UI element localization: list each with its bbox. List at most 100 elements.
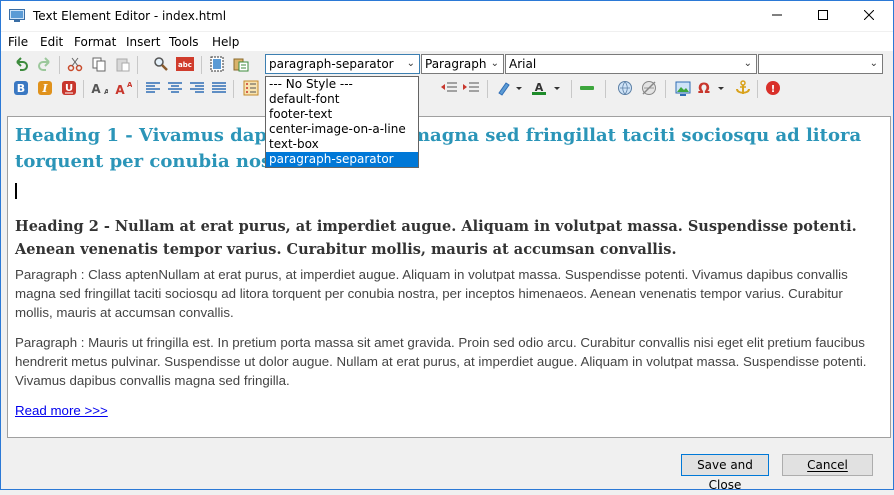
align-left-button[interactable] <box>143 78 163 98</box>
style-option[interactable]: --- No Style --- <box>266 77 418 92</box>
read-more-link[interactable]: Read more >>> <box>15 403 108 418</box>
horizontal-rule-button[interactable] <box>577 78 597 98</box>
cut-button[interactable] <box>65 54 85 74</box>
toolbar-separator <box>233 80 234 98</box>
minimize-icon <box>772 14 782 16</box>
chevron-down-icon: ⌄ <box>490 58 499 69</box>
svg-text:abc: abc <box>178 61 192 69</box>
block-format-value: Paragraph <box>425 57 487 71</box>
menu-file[interactable]: File <box>8 35 28 49</box>
menu-format[interactable]: Format <box>74 35 116 49</box>
justify-button[interactable] <box>209 78 229 98</box>
toolbar-separator <box>201 56 202 74</box>
spellcheck-icon: abc <box>176 57 194 71</box>
italic-icon: I <box>38 81 52 95</box>
align-right-button[interactable] <box>187 78 207 98</box>
menu-bar: File Edit Format Insert Tools Help <box>1 32 893 51</box>
outdent-button[interactable] <box>439 78 459 98</box>
window-title: Text Element Editor - index.html <box>33 9 227 23</box>
omega-icon: Ω <box>698 81 724 96</box>
find-button[interactable] <box>151 54 171 74</box>
spellcheck-button[interactable]: abc <box>175 54 195 74</box>
redo-button[interactable] <box>35 54 55 74</box>
text-caret <box>15 183 17 199</box>
font-size-combo[interactable]: ⌄ <box>758 54 883 74</box>
svg-text:Ω: Ω <box>698 81 710 96</box>
list-icon <box>243 80 259 96</box>
block-format-combo[interactable]: Paragraph ⌄ <box>421 54 504 74</box>
style-option[interactable]: default-font <box>266 92 418 107</box>
maximize-button[interactable] <box>800 1 846 31</box>
align-center-button[interactable] <box>165 78 185 98</box>
font-decrease-icon: AA <box>91 82 108 96</box>
style-option[interactable]: center-image-on-a-line <box>266 122 418 137</box>
remove-link-button[interactable] <box>639 78 659 98</box>
toolbar-row-1: abc paragraph-separator ⌄ Paragraph ⌄ Ar… <box>5 54 889 76</box>
toolbar-separator <box>137 80 138 98</box>
editor-content-area[interactable]: Heading 1 - Vivamus dapibus convallis ma… <box>7 116 891 438</box>
font-combo[interactable]: Arial ⌄ <box>505 54 757 74</box>
copy-icon <box>92 57 106 72</box>
paste-button[interactable] <box>113 54 133 74</box>
heading-2: Heading 2 - Nullam at erat purus, at imp… <box>15 218 857 258</box>
font-color-icon: A <box>532 81 560 95</box>
anchor-icon <box>736 80 750 94</box>
increase-font-button[interactable]: AA <box>113 78 133 98</box>
menu-tools[interactable]: Tools <box>169 35 199 49</box>
underline-button[interactable]: U <box>59 78 79 98</box>
numbered-list-button[interactable] <box>241 78 261 98</box>
select-all-button[interactable] <box>207 54 227 74</box>
help-button[interactable]: ! <box>763 78 783 98</box>
insert-image-button[interactable] <box>673 78 693 98</box>
style-combo[interactable]: paragraph-separator ⌄ <box>265 54 420 74</box>
svg-text:U: U <box>65 83 73 94</box>
close-button[interactable] <box>846 1 892 31</box>
toolbar-separator <box>757 80 758 98</box>
indent-icon <box>463 82 479 92</box>
save-and-close-button[interactable]: Save and Close <box>681 454 769 492</box>
unlink-icon <box>642 81 656 95</box>
style-option[interactable]: text-box <box>266 137 418 152</box>
indent-button[interactable] <box>461 78 481 98</box>
font-combo-value: Arial <box>509 57 537 71</box>
paste-text-button[interactable] <box>231 54 251 74</box>
align-left-icon <box>146 82 160 93</box>
minimize-button[interactable] <box>754 1 800 31</box>
redo-icon <box>38 57 50 71</box>
image-icon <box>675 81 691 96</box>
decrease-font-button[interactable]: AA <box>89 78 109 98</box>
scissors-icon <box>67 57 83 72</box>
copy-button[interactable] <box>89 54 109 74</box>
highlight-color-button[interactable] <box>495 78 525 98</box>
help-icon: ! <box>766 81 780 95</box>
toolbar-separator <box>59 56 60 74</box>
italic-button[interactable]: I <box>35 78 55 98</box>
svg-text:!: ! <box>771 84 776 95</box>
undo-button[interactable] <box>11 54 31 74</box>
svg-text:A: A <box>115 83 125 96</box>
style-option-selected[interactable]: paragraph-separator <box>266 152 418 167</box>
svg-text:I: I <box>41 82 48 95</box>
horizontal-rule-icon <box>580 86 594 90</box>
link-icon <box>618 81 632 95</box>
align-justify-icon <box>212 82 226 93</box>
insert-symbol-button[interactable]: Ω <box>695 78 729 98</box>
insert-anchor-button[interactable] <box>733 78 753 98</box>
close-icon <box>863 9 875 21</box>
toolbar-separator <box>665 80 666 98</box>
app-icon <box>9 9 25 22</box>
style-option[interactable]: footer-text <box>266 107 418 122</box>
cancel-button[interactable]: Cancel <box>782 454 873 476</box>
bold-icon: B <box>14 81 28 95</box>
insert-link-button[interactable] <box>615 78 635 98</box>
font-color-button[interactable]: A <box>529 78 563 98</box>
save-and-close-label: Save and Close <box>697 458 753 492</box>
menu-edit[interactable]: Edit <box>40 35 63 49</box>
toolbar-separator <box>571 80 572 98</box>
paragraph: Paragraph : Mauris ut fringilla est. In … <box>15 335 867 388</box>
bold-button[interactable]: B <box>11 78 31 98</box>
paste-icon <box>116 58 130 72</box>
menu-insert[interactable]: Insert <box>126 35 160 49</box>
select-all-icon <box>210 56 224 72</box>
menu-help[interactable]: Help <box>212 35 239 49</box>
